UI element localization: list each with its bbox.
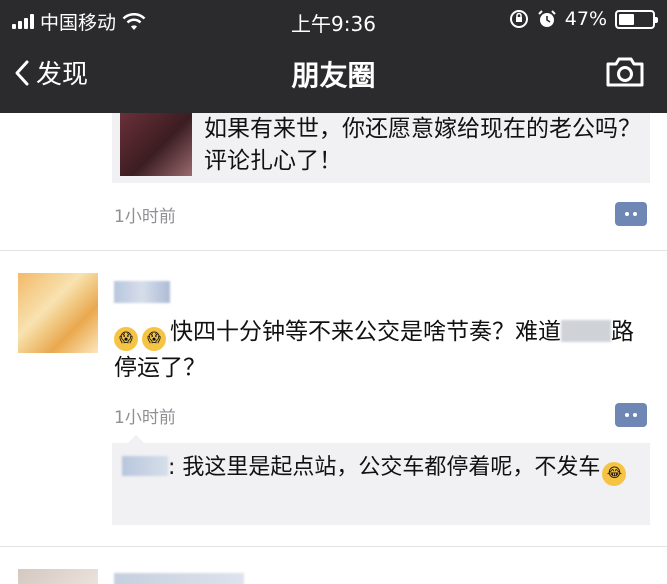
post-text: 😱 😱 快四十分钟等不来公交是啥节奏？难道 路停运了？	[114, 315, 634, 385]
feed-post	[0, 547, 667, 584]
author-name-redacted[interactable]	[114, 281, 170, 303]
scared-emoji-icon: 😱	[142, 327, 166, 351]
comment-item[interactable]: : 我这里是起点站，公交车都停着呢，不发车 😂	[122, 451, 642, 486]
status-right: 47%	[509, 8, 658, 30]
battery-percent: 47%	[564, 8, 607, 30]
comment-colon: :	[168, 455, 183, 480]
comment-icon	[625, 413, 637, 417]
moments-feed: 如果有来世，你还愿意嫁给现在的老公吗？评论扎心了！ 1小时前 😱 😱 快四十分钟等不…	[0, 113, 667, 584]
post-timestamp: 1小时前	[114, 207, 176, 227]
app-header: 中国移动 上午9:36 47% 发现 朋友圈	[0, 0, 667, 113]
redacted-route	[561, 320, 611, 342]
orientation-lock-icon	[509, 10, 528, 28]
comment-text: 我这里是起点站，公交车都停着呢，不发车	[182, 455, 601, 480]
comments-box: : 我这里是起点站，公交车都停着呢，不发车 😂	[112, 435, 650, 525]
camera-button[interactable]	[605, 56, 645, 92]
comment-button[interactable]	[615, 202, 647, 226]
feed-post: 如果有来世，你还愿意嫁给现在的老公吗？评论扎心了！ 1小时前	[0, 113, 667, 251]
avatar[interactable]	[18, 569, 98, 584]
shared-link-thumbnail	[120, 113, 192, 176]
scared-emoji-icon: 😱	[114, 327, 138, 351]
avatar[interactable]	[18, 273, 98, 353]
post-timestamp: 1小时前	[114, 408, 176, 428]
commenter-name-redacted[interactable]	[122, 456, 168, 476]
status-bar: 中国移动 上午9:36 47%	[0, 0, 667, 38]
battery-icon	[615, 9, 658, 29]
page-title: 朋友圈	[291, 59, 376, 92]
comment-button[interactable]	[615, 403, 647, 427]
feed-post: 😱 😱 快四十分钟等不来公交是啥节奏？难道 路停运了？ 1小时前 : 我这里是起点站，…	[0, 251, 667, 547]
battery-fill	[619, 13, 635, 25]
shared-link-card[interactable]: 如果有来世，你还愿意嫁给现在的老公吗？评论扎心了！	[112, 113, 650, 183]
nav-bar: 发现 朋友圈	[0, 38, 667, 113]
shared-link-title: 如果有来世，你还愿意嫁给现在的老公吗？评论扎心了！	[204, 116, 641, 174]
alarm-icon	[538, 10, 556, 27]
post-text-part: 快四十分钟等不来公交是啥节奏？难道	[170, 319, 561, 345]
author-name-redacted[interactable]	[114, 573, 244, 584]
tears-of-joy-emoji-icon: 😂	[602, 462, 627, 486]
camera-icon	[606, 57, 644, 87]
comment-icon	[625, 212, 637, 216]
